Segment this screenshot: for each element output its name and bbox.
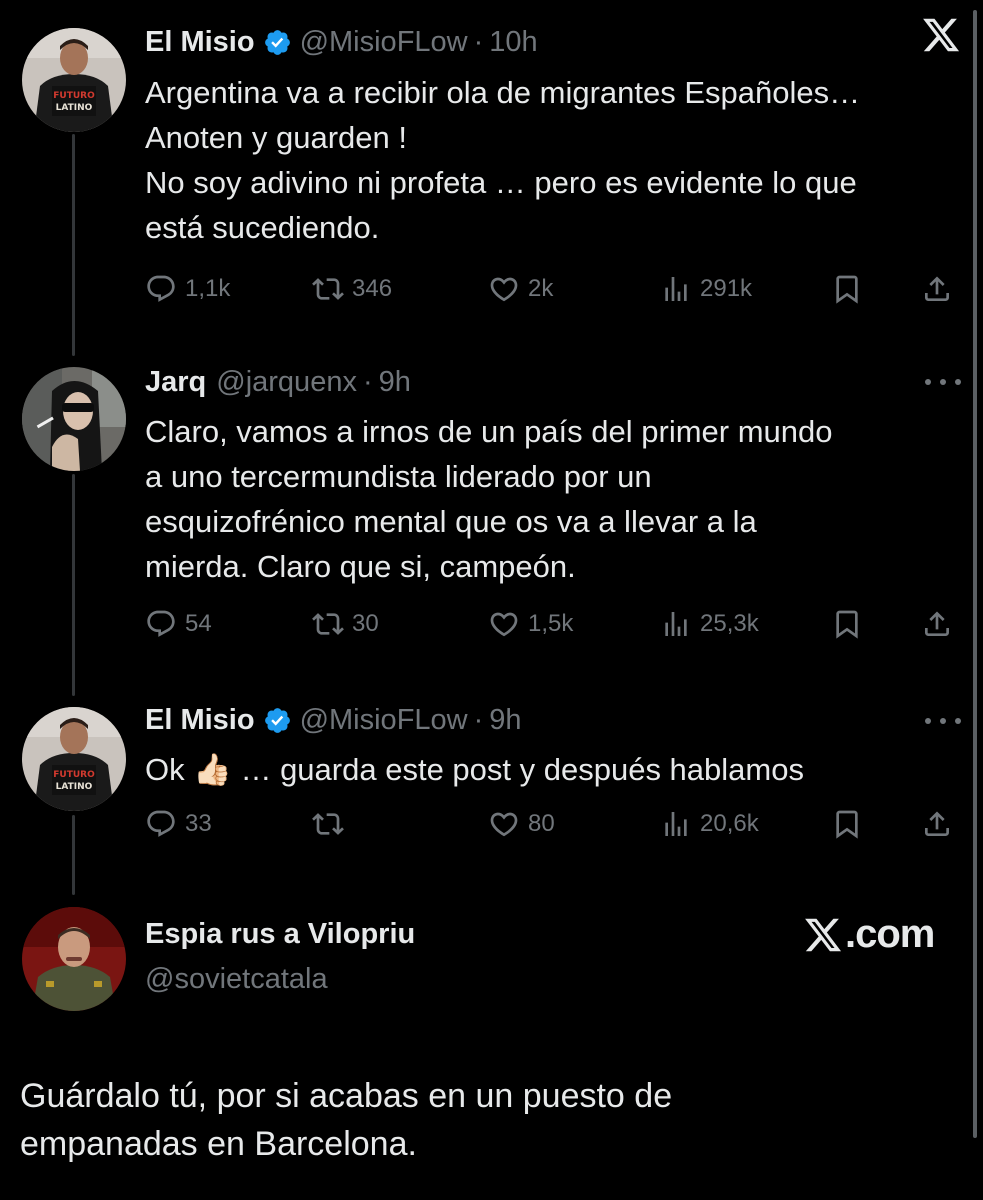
- share-icon: [921, 808, 961, 840]
- timestamp[interactable]: 9h: [379, 366, 411, 399]
- repost-icon: [312, 808, 352, 840]
- tweet-text: Claro, vamos a irnos de un país del prim…: [145, 414, 833, 584]
- bookmark-button[interactable]: [831, 608, 871, 640]
- more-icon[interactable]: [925, 377, 961, 387]
- tweet-header: El Misio @MisioFLow · 9h: [145, 700, 963, 740]
- tweet-text: Ok 👍🏻 … guarda este post y después habla…: [145, 747, 963, 792]
- separator-dot: ·: [473, 703, 484, 736]
- like-count: 2k: [528, 275, 554, 302]
- reply-text: Guárdalo tú, por si acabas en un puesto …: [20, 1077, 673, 1163]
- svg-text:FUTURO: FUTURO: [53, 91, 95, 101]
- bookmark-icon: [831, 273, 871, 305]
- tweet-header: El Misio @MisioFLow · 10h: [145, 22, 963, 62]
- thumbs-up-emoji: 👍🏻: [193, 752, 232, 787]
- tweet-actions: 33 80 20,6k: [145, 808, 960, 848]
- user-handle[interactable]: @sovietcatala: [145, 963, 328, 996]
- separator-dot: ·: [473, 25, 484, 58]
- tweet[interactable]: El Misio @MisioFLow · 10h Argentina va a…: [145, 22, 963, 250]
- tweet-text: Argentina va a recibir ola de migrantes …: [145, 75, 861, 245]
- user-handle[interactable]: @MisioFLow: [300, 26, 468, 59]
- like-button[interactable]: 2k: [488, 273, 553, 305]
- like-count: 80: [528, 810, 555, 837]
- like-icon: [488, 273, 528, 305]
- scrollbar[interactable]: [973, 10, 977, 1138]
- reply-icon: [145, 808, 185, 840]
- like-icon: [488, 608, 528, 640]
- reply-button[interactable]: 1,1k: [145, 273, 230, 305]
- reply-button[interactable]: 54: [145, 608, 212, 640]
- tweet-header: Jarq @jarquenx · 9h: [145, 362, 963, 402]
- verified-badge-icon: [263, 28, 292, 57]
- bookmark-icon: [831, 608, 871, 640]
- views-icon: [660, 808, 700, 840]
- share-button[interactable]: [921, 273, 961, 305]
- views-count: 291k: [700, 275, 753, 302]
- avatar[interactable]: FUTURO LATINO: [22, 28, 126, 132]
- thread-line: [72, 474, 75, 696]
- repost-button[interactable]: 30: [312, 608, 379, 640]
- thread-line: [72, 815, 75, 895]
- reply-count: 54: [185, 610, 212, 637]
- tweet[interactable]: Jarq @jarquenx · 9h Claro, vamos a irnos…: [145, 362, 963, 589]
- tweet-text-start: Ok: [145, 752, 194, 787]
- x-logo-icon: [805, 918, 842, 951]
- views-icon: [660, 608, 700, 640]
- bookmark-button[interactable]: [831, 808, 871, 840]
- views-count: 20,6k: [700, 810, 759, 837]
- svg-text:LATINO: LATINO: [56, 782, 93, 792]
- tweet-actions: 1,1k 346 2k 291k: [145, 273, 960, 313]
- avatar[interactable]: [22, 367, 126, 471]
- views-button[interactable]: 25,3k: [660, 608, 759, 640]
- share-icon: [921, 608, 961, 640]
- tweet[interactable]: El Misio @MisioFLow · 9h Ok 👍🏻 … guarda …: [145, 700, 963, 792]
- views-button[interactable]: 20,6k: [660, 808, 759, 840]
- display-name[interactable]: El Misio: [145, 26, 255, 59]
- timestamp[interactable]: 10h: [489, 26, 537, 59]
- reply-button[interactable]: 33: [145, 808, 212, 840]
- tweet-subheader: @sovietcatala: [145, 959, 963, 999]
- separator-dot: ·: [362, 365, 373, 398]
- user-handle[interactable]: @MisioFLow: [300, 704, 468, 737]
- display-name[interactable]: El Misio: [145, 704, 255, 737]
- views-button[interactable]: 291k: [660, 273, 752, 305]
- views-icon: [660, 273, 700, 305]
- more-icon[interactable]: [925, 716, 961, 726]
- like-count: 1,5k: [528, 610, 574, 637]
- svg-text:FUTURO: FUTURO: [53, 770, 95, 780]
- verified-badge-icon: [263, 706, 292, 735]
- display-name[interactable]: Espia rus a Vilopriu: [145, 918, 415, 951]
- tweet-text-end: … guarda este post y después hablamos: [231, 752, 804, 787]
- avatar[interactable]: [22, 907, 126, 1011]
- svg-text:LATINO: LATINO: [56, 103, 93, 113]
- repost-button[interactable]: 346: [312, 273, 392, 305]
- repost-button[interactable]: [312, 808, 352, 840]
- brand-text: .com: [845, 912, 935, 956]
- share-button[interactable]: [921, 808, 961, 840]
- bookmark-icon: [831, 808, 871, 840]
- repost-count: 30: [352, 610, 379, 637]
- reply-icon: [145, 273, 185, 305]
- reply-count: 1,1k: [185, 275, 231, 302]
- share-icon: [921, 273, 961, 305]
- display-name[interactable]: Jarq: [145, 366, 206, 399]
- like-icon: [488, 808, 528, 840]
- repost-icon: [312, 273, 352, 305]
- x-com-logo: .com: [803, 912, 935, 957]
- avatar[interactable]: FUTURO LATINO: [22, 707, 126, 811]
- repost-icon: [312, 608, 352, 640]
- user-handle[interactable]: @jarquenx: [216, 366, 357, 399]
- repost-count: 346: [352, 275, 393, 302]
- tweet-actions: 54 30 1,5k 25,3k: [145, 608, 960, 648]
- thread-line: [72, 134, 75, 356]
- like-button[interactable]: 1,5k: [488, 608, 573, 640]
- reply-count: 33: [185, 810, 212, 837]
- views-count: 25,3k: [700, 610, 759, 637]
- timestamp[interactable]: 9h: [489, 704, 521, 737]
- like-button[interactable]: 80: [488, 808, 555, 840]
- reply-icon: [145, 608, 185, 640]
- bookmark-button[interactable]: [831, 273, 871, 305]
- share-button[interactable]: [921, 608, 961, 640]
